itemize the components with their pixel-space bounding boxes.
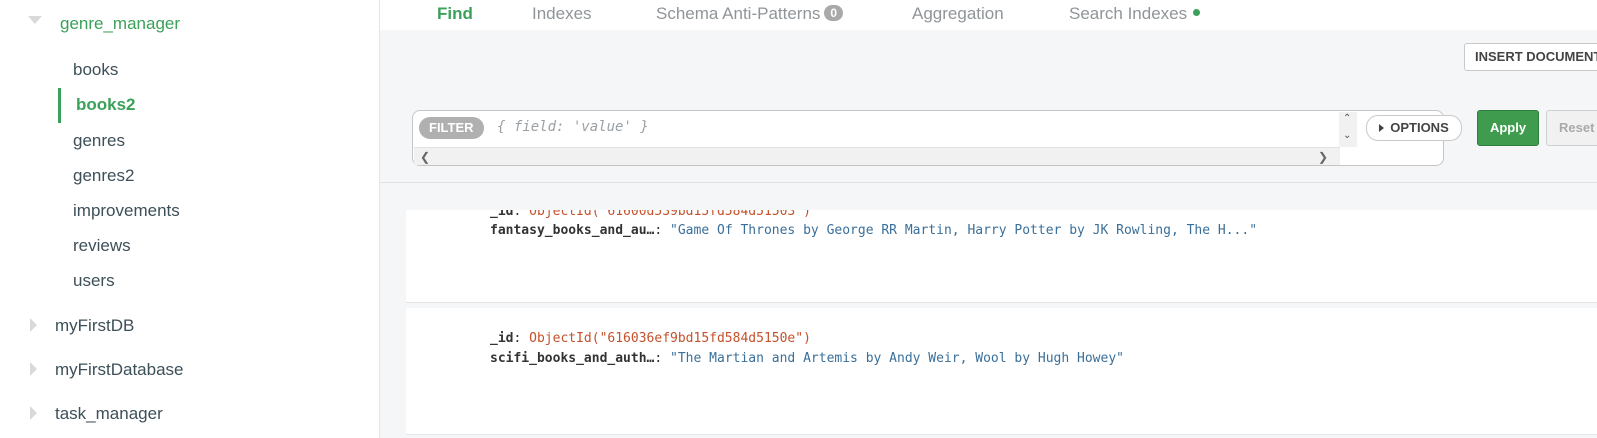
tab-schema-label: Schema Anti-Patterns <box>656 4 821 23</box>
sidebar: genre_manager books books2 genres genres… <box>0 0 380 438</box>
tab-search-indexes[interactable]: Search Indexes <box>1069 4 1201 24</box>
tab-bar: Find Indexes Schema Anti-Patterns 0 Aggre… <box>380 0 1597 30</box>
vertical-scrollbar[interactable]: ⌃ ⌄ <box>1339 112 1357 147</box>
caret-right-icon[interactable] <box>30 406 37 420</box>
schema-count-badge: 0 <box>824 5 844 21</box>
horizontal-scrollbar[interactable]: ❮ ❯ <box>414 147 1340 165</box>
active-collection-indicator <box>58 88 61 123</box>
document-card[interactable]: _id: ObjectId("616036ef9bd15fd584d5150e"… <box>406 308 1597 435</box>
field-key: scifi_books_and_auth… <box>490 351 655 366</box>
main-panel: Find Indexes Schema Anti-Patterns 0 Aggre… <box>380 0 1597 438</box>
insert-document-button[interactable]: INSERT DOCUMENT <box>1464 43 1597 71</box>
document-field: scifi_books_and_auth…: "The Martian and … <box>490 351 1124 366</box>
scroll-up-icon[interactable]: ⌃ <box>1343 113 1351 124</box>
apply-button[interactable]: Apply <box>1477 110 1539 146</box>
field-value: "The Martian and Artemis by Andy Weir, W… <box>670 351 1124 366</box>
db-myfirstdb[interactable]: myFirstDB <box>55 316 134 336</box>
field-value: "Game Of Thrones by George RR Martin, Ha… <box>670 223 1258 238</box>
tab-search-label: Search Indexes <box>1069 4 1188 23</box>
field-value: ObjectId("61600d539bd15fd584d51503") <box>529 210 811 219</box>
tab-indexes[interactable]: Indexes <box>532 4 592 24</box>
collection-reviews[interactable]: reviews <box>73 236 131 256</box>
document-field: fantasy_books_and_au…: "Game Of Thrones … <box>490 223 1258 238</box>
field-key: _id <box>490 210 514 219</box>
field-key: _id <box>490 331 514 346</box>
status-dot-icon <box>1193 9 1201 16</box>
caret-right-icon[interactable] <box>30 318 37 332</box>
scroll-left-icon[interactable]: ❮ <box>420 150 430 164</box>
db-genre-manager[interactable]: genre_manager <box>60 14 180 34</box>
tab-find[interactable]: Find <box>437 4 473 24</box>
caret-right-icon[interactable] <box>30 362 37 376</box>
field-value: ObjectId("616036ef9bd15fd584d5150e") <box>529 331 811 346</box>
caret-down-icon[interactable] <box>28 16 42 24</box>
collection-genres2[interactable]: genres2 <box>73 166 134 186</box>
document-card[interactable]: _id: ObjectId("61600d539bd15fd584d51503"… <box>406 210 1597 303</box>
collection-improvements[interactable]: improvements <box>73 201 180 221</box>
document-field-id: _id: ObjectId("616036ef9bd15fd584d5150e"… <box>490 331 811 346</box>
db-myfirstdatabase[interactable]: myFirstDatabase <box>55 360 183 380</box>
document-field-id: _id: ObjectId("61600d539bd15fd584d51503"… <box>490 210 811 219</box>
filter-input[interactable]: { field: 'value' } <box>497 119 649 135</box>
scroll-right-icon[interactable]: ❯ <box>1318 150 1328 164</box>
collection-books[interactable]: books <box>73 60 118 80</box>
field-key: fantasy_books_and_au… <box>490 223 655 238</box>
tab-aggregation[interactable]: Aggregation <box>912 4 1004 24</box>
caret-right-icon <box>1379 124 1385 132</box>
options-label: OPTIONS <box>1390 120 1449 135</box>
reset-button[interactable]: Reset <box>1546 110 1597 146</box>
divider <box>380 182 1597 183</box>
scroll-down-icon[interactable]: ⌄ <box>1343 130 1351 141</box>
tab-schema-anti-patterns[interactable]: Schema Anti-Patterns 0 <box>656 4 844 24</box>
options-button[interactable]: OPTIONS <box>1366 115 1462 141</box>
collection-genres[interactable]: genres <box>73 131 125 151</box>
collection-users[interactable]: users <box>73 271 115 291</box>
db-task-manager[interactable]: task_manager <box>55 404 163 424</box>
collection-books2[interactable]: books2 <box>76 95 136 115</box>
filter-bar: FILTER { field: 'value' } ❮ ❯ ⌃ ⌄ OPTION… <box>412 110 1462 166</box>
filter-label: FILTER <box>419 117 484 139</box>
